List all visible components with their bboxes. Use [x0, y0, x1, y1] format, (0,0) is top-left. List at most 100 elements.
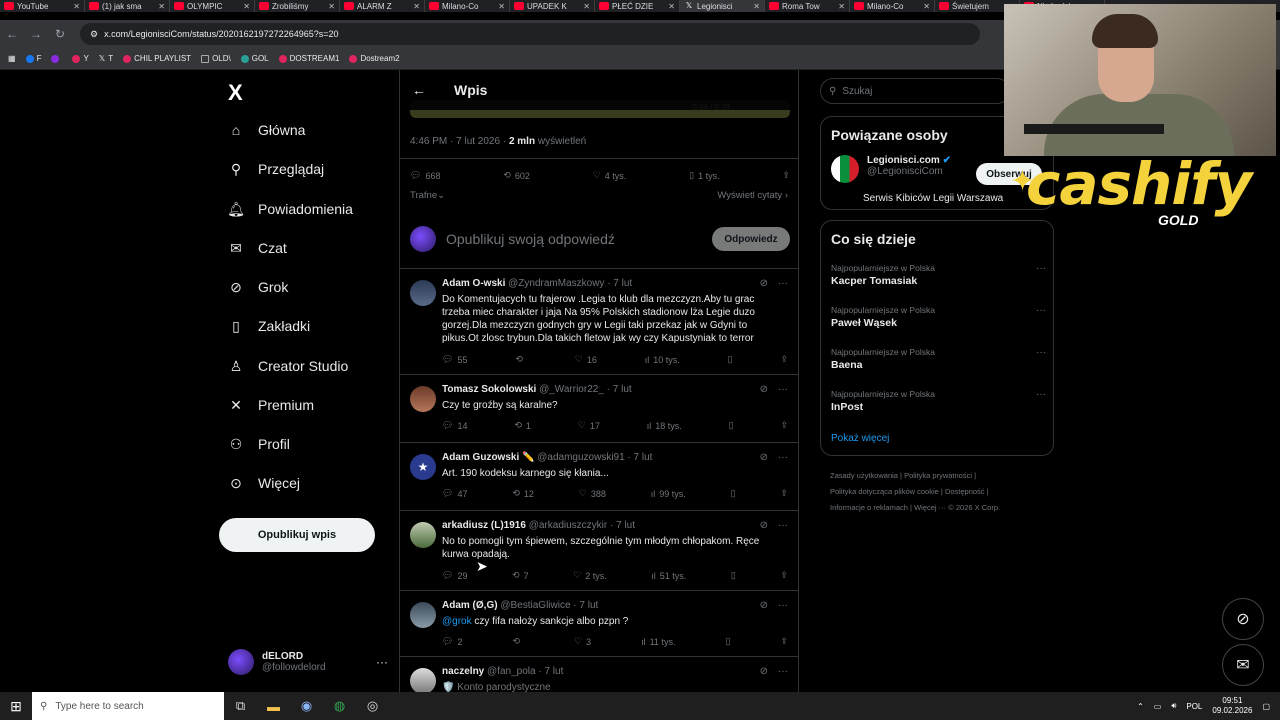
- reply-submit-button[interactable]: Odpowiedz: [712, 227, 790, 251]
- tab[interactable]: OLYMPIC ✕: [170, 0, 255, 12]
- nav-item-creator-studio[interactable]: ♙ Creator Studio: [228, 358, 349, 375]
- repost-button[interactable]: ⟲ 602: [503, 170, 530, 181]
- trend-item[interactable]: Najpopularniejsze w Polska Paweł Wąsek ···: [831, 305, 1046, 329]
- views-button[interactable]: ıl 11 tys.: [641, 636, 675, 647]
- tab[interactable]: Milano-Co ✕: [850, 0, 935, 12]
- nav-item-more[interactable]: ⊙ Więcej: [228, 475, 300, 492]
- tab[interactable]: PŁEĆ DZIE ✕: [595, 0, 680, 12]
- bookmark-button[interactable]: ▯: [728, 354, 733, 365]
- bookmark[interactable]: CHIL PLAYLIST: [123, 54, 191, 63]
- forward-icon[interactable]: →: [24, 27, 48, 41]
- mention-link[interactable]: @grok: [442, 616, 472, 627]
- tab[interactable]: (1) jak sma ✕: [85, 0, 170, 12]
- footer-link[interactable]: Więcej ···: [914, 503, 946, 512]
- close-icon[interactable]: ✕: [498, 2, 505, 11]
- chrome-icon[interactable]: ◍: [323, 698, 356, 714]
- share-button[interactable]: ⇪: [780, 488, 788, 499]
- tab[interactable]: Zrobiliśmy ✕: [255, 0, 340, 12]
- bookmark-button[interactable]: ▯: [731, 570, 736, 581]
- clock[interactable]: 09:51 09.02.2026: [1212, 696, 1252, 716]
- reply-tweet[interactable]: Tomasz Sokolowski @_Warrior22_ · 7 lut ⊘…: [400, 382, 798, 442]
- grok-icon[interactable]: ⊘: [760, 278, 768, 289]
- more-icon[interactable]: ···: [778, 452, 788, 463]
- like-button[interactable]: ♡ 2 tys.: [573, 570, 607, 581]
- views-button[interactable]: ıl 51 tys.: [651, 570, 686, 581]
- views-button[interactable]: ıl 18 tys.: [647, 420, 682, 431]
- task-view-icon[interactable]: ⧉: [224, 698, 257, 714]
- file-explorer-icon[interactable]: ▬: [257, 699, 290, 714]
- footer-link[interactable]: Polityka dotycząca plików cookie: [830, 487, 939, 496]
- close-icon[interactable]: ✕: [753, 2, 760, 11]
- apps-icon[interactable]: ▦: [8, 54, 16, 63]
- more-icon[interactable]: ···: [778, 600, 788, 611]
- language-indicator[interactable]: POL: [1186, 702, 1202, 711]
- bookmark[interactable]: 𝕏T: [99, 54, 113, 63]
- trend-item[interactable]: Najpopularniejsze w Polska Kacper Tomasia…: [831, 263, 1046, 287]
- share-button[interactable]: ⇪: [782, 170, 790, 181]
- more-icon[interactable]: ···: [1036, 305, 1046, 316]
- reply-tweet[interactable]: ★ Adam Guzowski ✏️ @adamguzowski91 · 7 l…: [400, 450, 798, 510]
- nav-item-grok[interactable]: ⊘ Grok: [228, 279, 288, 296]
- like-button[interactable]: ♡ 17: [578, 420, 600, 431]
- repost-button[interactable]: ⟲ 7: [512, 570, 529, 581]
- close-icon[interactable]: ✕: [923, 2, 930, 11]
- more-icon[interactable]: ···: [778, 520, 788, 531]
- more-icon[interactable]: ···: [1036, 263, 1046, 274]
- grok-icon[interactable]: ⊘: [760, 452, 768, 463]
- reply-input[interactable]: Opublikuj swoją odpowiedź: [446, 231, 615, 247]
- trend-item[interactable]: Najpopularniejsze w Polska InPost ···: [831, 389, 1046, 413]
- like-button[interactable]: ♡ 3: [574, 636, 591, 647]
- close-icon[interactable]: ✕: [73, 2, 80, 11]
- tab[interactable]: Roma Tow ✕: [765, 0, 850, 12]
- back-icon[interactable]: ←: [0, 27, 24, 41]
- bookmark-button[interactable]: ▯: [731, 488, 736, 499]
- footer-link[interactable]: Polityka prywatności: [904, 471, 972, 480]
- reply-button[interactable]: 💬︎ 47: [442, 488, 467, 499]
- repost-button[interactable]: ⟲ 12: [512, 488, 534, 499]
- site-info-icon[interactable]: ⚙: [90, 29, 98, 40]
- bookmark[interactable]: F: [25, 54, 41, 63]
- like-button[interactable]: ♡ 4 tys.: [593, 170, 627, 181]
- bookmark[interactable]: Y: [72, 54, 89, 63]
- more-options-icon[interactable]: ···: [376, 655, 388, 669]
- grok-fab[interactable]: ⊘: [1222, 598, 1264, 640]
- nav-item-bookmarks[interactable]: ▯ Zakładki: [228, 318, 310, 335]
- app-icon[interactable]: ◉: [290, 698, 323, 714]
- nav-item-explore[interactable]: ⚲ Przeglądaj: [228, 161, 324, 178]
- tab[interactable]: Milano-Co ✕: [425, 0, 510, 12]
- view-quotes-link[interactable]: Wyświetl cytaty ›: [717, 190, 788, 201]
- windows-start-icon[interactable]: ⊞: [0, 698, 32, 715]
- share-button[interactable]: ⇪: [780, 420, 788, 431]
- reply-button[interactable]: 💬︎ 29: [442, 570, 467, 581]
- nav-item-notifications[interactable]: 🔔︎ Powiadomienia: [227, 201, 353, 218]
- reply-tweet[interactable]: Adam O-wski @ZyndramMaszkowy · 7 lut ⊘ ··…: [400, 276, 798, 374]
- messages-fab[interactable]: ✉: [1222, 644, 1264, 686]
- more-icon[interactable]: ···: [778, 666, 788, 677]
- bookmark[interactable]: GOL: [240, 54, 269, 63]
- reload-icon[interactable]: ↻: [48, 27, 72, 41]
- taskbar-search[interactable]: ⚲ Type here to search: [32, 692, 224, 720]
- repost-button[interactable]: ⟲ 1: [514, 420, 531, 431]
- tab-active[interactable]: 𝕏 Legionisci ✕: [680, 0, 765, 12]
- close-icon[interactable]: ✕: [243, 2, 250, 11]
- close-icon[interactable]: ✕: [583, 2, 590, 11]
- account-switcher[interactable]: dELORD @followdelord ···: [228, 646, 388, 678]
- tray-chevron-icon[interactable]: ⌃: [1137, 702, 1144, 711]
- related-account[interactable]: Legionisci.com ✔ @LegionisciCom: [831, 155, 951, 183]
- close-icon[interactable]: ✕: [668, 2, 675, 11]
- grok-icon[interactable]: ⊘: [760, 600, 768, 611]
- reply-tweet[interactable]: Adam (Ø,G) @BestiaGliwice · 7 lut ⊘ ··· @…: [400, 598, 798, 658]
- reply-button[interactable]: 💬︎ 14: [442, 420, 467, 431]
- like-button[interactable]: ♡ 16: [575, 354, 597, 365]
- tab[interactable]: ALARM Z ✕: [340, 0, 425, 12]
- nav-item-home[interactable]: ⌂ Główna: [228, 122, 306, 138]
- nav-item-chat[interactable]: ✉ Czat: [228, 240, 287, 257]
- bookmark-folder[interactable]: OLD\: [201, 54, 231, 63]
- url-bar[interactable]: ⚙ x.com/LegionisciCom/status/20201621972…: [80, 23, 980, 45]
- views-button[interactable]: ıl 99 tys.: [651, 488, 686, 499]
- reply-tweet[interactable]: arkadiusz (L)1916 @arkadiuszczykir · 7 l…: [400, 518, 798, 590]
- show-more-link[interactable]: Pokaż więcej: [831, 433, 889, 444]
- share-button[interactable]: ⇪: [780, 354, 788, 365]
- search-input[interactable]: ⚲ Szukaj: [820, 78, 1010, 104]
- bookmark[interactable]: [51, 54, 62, 63]
